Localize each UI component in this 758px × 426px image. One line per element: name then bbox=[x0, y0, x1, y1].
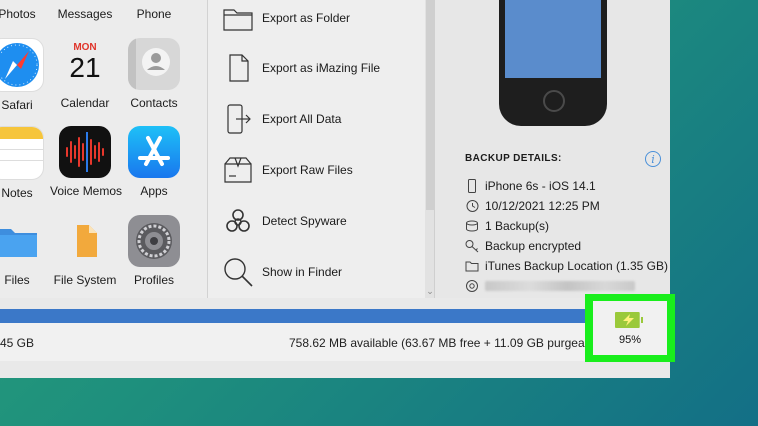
notes-icon bbox=[0, 126, 44, 180]
battery-highlight: 95% bbox=[585, 294, 675, 362]
app-contacts[interactable]: Contacts bbox=[119, 38, 189, 110]
app-calendar[interactable]: MON 21 Calendar bbox=[50, 38, 120, 110]
action-label: Export All Data bbox=[262, 112, 342, 126]
storage-available: 758.62 MB available (63.67 MB free + 11.… bbox=[289, 336, 601, 350]
app-files[interactable]: Files bbox=[0, 215, 52, 287]
backup-count-row: 1 Backup(s) bbox=[465, 219, 549, 233]
info-icon[interactable]: i bbox=[645, 151, 661, 167]
app-safari[interactable]: Safari bbox=[0, 38, 52, 112]
action-label: Export as iMazing File bbox=[262, 61, 381, 75]
redacted-email bbox=[485, 281, 635, 291]
detect-spyware-button[interactable]: Detect Spyware bbox=[222, 203, 347, 239]
app-label: File System bbox=[53, 273, 117, 287]
app-label: Voice Memos bbox=[50, 184, 123, 198]
backup-encryption-row: Backup encrypted bbox=[465, 239, 581, 253]
action-label: Detect Spyware bbox=[262, 214, 347, 228]
action-label: Export as Folder bbox=[262, 11, 351, 25]
backup-details-heading: BACKUP DETAILS: bbox=[465, 153, 562, 164]
backup-encryption: Backup encrypted bbox=[485, 239, 582, 253]
storage-usage-bar bbox=[0, 309, 670, 323]
app-profiles[interactable]: Profiles bbox=[119, 215, 189, 287]
battery-charging-icon bbox=[615, 312, 643, 328]
backup-location: iTunes Backup Location (1.35 GB) bbox=[485, 259, 668, 273]
actions-panel: Export as Folder Export as iMazing File … bbox=[207, 0, 435, 298]
biohazard-icon bbox=[226, 209, 250, 232]
imazing-window: Photos Messages Phone Safari MON 21 Cale… bbox=[0, 0, 670, 378]
export-as-imazing-file-button[interactable]: Export as iMazing File bbox=[222, 50, 380, 86]
document-icon bbox=[229, 54, 249, 82]
folder-icon bbox=[223, 9, 253, 31]
app-phone[interactable]: Phone bbox=[119, 7, 189, 21]
file-system-icon bbox=[59, 215, 111, 267]
app-file-system[interactable]: File System bbox=[50, 215, 120, 287]
history-icon bbox=[466, 200, 479, 212]
app-label: Contacts bbox=[130, 96, 178, 110]
app-label: Messages bbox=[57, 7, 113, 21]
app-label: Profiles bbox=[133, 273, 174, 287]
apps-panel: Photos Messages Phone Safari MON 21 Cale… bbox=[0, 0, 207, 298]
calendar-icon: MON 21 bbox=[59, 38, 111, 90]
export-as-folder-button[interactable]: Export as Folder bbox=[222, 0, 350, 36]
box-icon bbox=[224, 157, 252, 183]
action-label: Export Raw Files bbox=[262, 163, 353, 177]
key-icon bbox=[465, 240, 479, 253]
scroll-thumb[interactable] bbox=[426, 0, 434, 210]
app-label: Phone bbox=[136, 7, 172, 21]
app-label: Notes bbox=[1, 186, 33, 200]
at-sign-icon bbox=[466, 280, 478, 292]
backup-device-row: iPhone 6s - iOS 14.1 bbox=[465, 179, 596, 193]
battery-percent: 95% bbox=[618, 334, 642, 346]
safari-icon bbox=[0, 38, 44, 92]
app-photos[interactable]: Photos bbox=[0, 7, 52, 21]
backup-email-row bbox=[465, 279, 635, 293]
voice-memos-icon bbox=[59, 126, 111, 178]
iphone-image bbox=[499, 0, 607, 126]
app-messages[interactable]: Messages bbox=[50, 7, 120, 21]
database-icon bbox=[466, 220, 478, 232]
show-in-finder-button[interactable]: Show in Finder bbox=[222, 254, 342, 290]
folder-app-icon bbox=[0, 215, 43, 267]
app-label: Photos bbox=[0, 7, 36, 21]
export-raw-files-button[interactable]: Export Raw Files bbox=[222, 152, 353, 188]
phone-screen bbox=[505, 0, 601, 78]
action-label: Show in Finder bbox=[262, 265, 343, 279]
app-store-icon bbox=[128, 126, 180, 178]
battery-status: 95% bbox=[593, 301, 667, 355]
magnifier-icon bbox=[224, 258, 253, 287]
backup-location-row[interactable]: iTunes Backup Location (1.35 GB) bbox=[465, 259, 668, 273]
app-apps[interactable]: Apps bbox=[119, 126, 189, 198]
backup-date-row: 10/12/2021 12:25 PM bbox=[465, 199, 600, 213]
app-notes[interactable]: Notes bbox=[0, 126, 52, 200]
storage-used: 45 GB bbox=[0, 336, 35, 350]
backup-device: iPhone 6s - iOS 14.1 bbox=[485, 179, 596, 193]
backup-date: 10/12/2021 12:25 PM bbox=[485, 199, 600, 213]
folder-icon bbox=[465, 261, 479, 272]
home-button-icon bbox=[543, 90, 565, 112]
app-label: Files bbox=[4, 273, 30, 287]
phone-icon bbox=[468, 179, 476, 193]
backup-count: 1 Backup(s) bbox=[485, 219, 550, 233]
export-all-data-button[interactable]: Export All Data bbox=[222, 101, 341, 137]
phone-export-icon bbox=[227, 104, 251, 134]
contacts-icon bbox=[128, 38, 180, 90]
app-label: Safari bbox=[1, 98, 33, 112]
app-voice-memos[interactable]: Voice Memos bbox=[50, 126, 123, 198]
calendar-day: 21 bbox=[69, 52, 101, 83]
app-label: Calendar bbox=[60, 96, 110, 110]
settings-gear-icon bbox=[128, 215, 180, 267]
storage-info-row: 45 GB 758.62 MB available (63.67 MB free… bbox=[0, 323, 670, 361]
app-label: Apps bbox=[140, 184, 168, 198]
device-panel: BACKUP DETAILS: i iPhone 6s - iOS 14.1 1… bbox=[434, 0, 670, 298]
